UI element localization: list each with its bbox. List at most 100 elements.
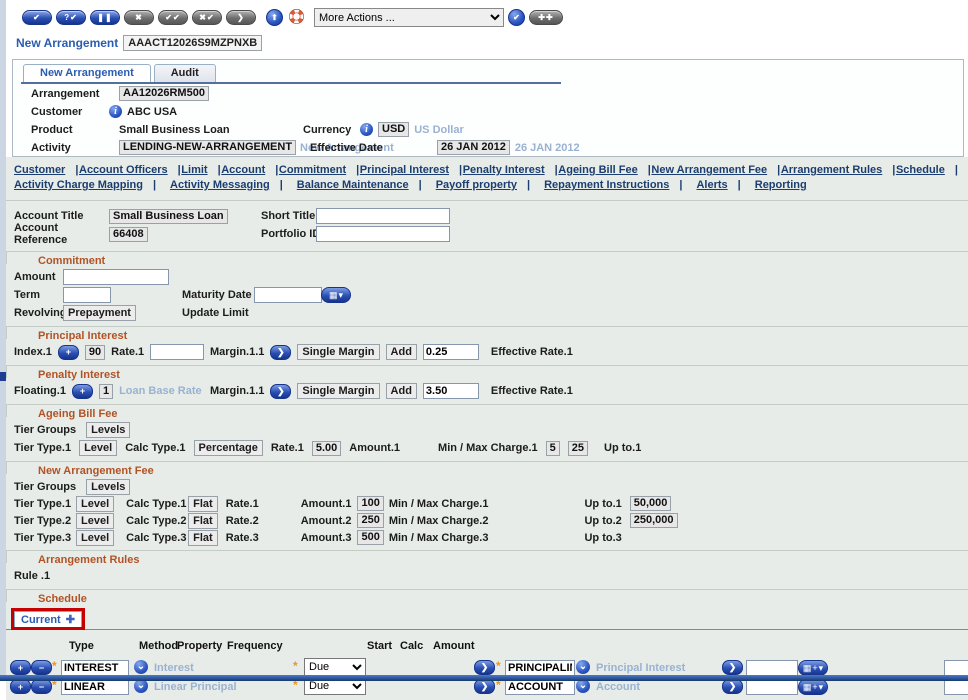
- index-expand-button[interactable]: +: [58, 345, 79, 360]
- frequency-select[interactable]: Due: [304, 658, 366, 676]
- prepayment-button[interactable]: Prepayment: [63, 305, 136, 321]
- nav-link[interactable]: Commitment: [279, 164, 346, 176]
- nav-link[interactable]: Customer: [14, 164, 65, 176]
- help-lifering-icon[interactable]: [289, 9, 304, 27]
- chevron-down-icon: ▾: [819, 663, 824, 674]
- customer-info-icon[interactable]: i: [109, 105, 122, 118]
- nav-separator: |: [892, 164, 895, 176]
- calc-button[interactable]: Flat: [188, 496, 218, 512]
- forward-button[interactable]: ❯: [226, 10, 256, 25]
- reject-button[interactable]: ✖✔: [192, 10, 222, 25]
- start-date-input[interactable]: [746, 679, 798, 695]
- margin-arrow-button[interactable]: ❯: [270, 345, 291, 360]
- expand-start-button[interactable]: ❯: [722, 660, 743, 675]
- confirm-action-icon[interactable]: ✔: [508, 9, 525, 26]
- calc-button[interactable]: Flat: [188, 530, 218, 546]
- update-limit-label: Update Limit: [182, 307, 249, 319]
- tier-groups-button[interactable]: Levels: [86, 422, 130, 438]
- penalty-margin-op-button[interactable]: Add: [386, 383, 417, 399]
- nav-link[interactable]: New Arrangement Fee: [651, 164, 767, 176]
- expand-property-button[interactable]: ❯: [474, 679, 495, 694]
- amount-input[interactable]: [944, 660, 968, 676]
- penalty-margin-arrow-button[interactable]: ❯: [270, 384, 291, 399]
- expand-start-button[interactable]: ❯: [722, 679, 743, 694]
- method-chevron-icon[interactable]: ⌄: [134, 660, 148, 674]
- margin-op-button[interactable]: Add: [386, 344, 417, 360]
- nav-separator: |: [648, 164, 651, 176]
- calc-type-label: Calc Type.1: [125, 442, 185, 454]
- schedule-row: + − * ⌄ Interest * Due ❯ * ⌄ Principal I…: [6, 658, 968, 676]
- currency-info-icon[interactable]: i: [360, 123, 373, 136]
- tab-new-arrangement[interactable]: New Arrangement: [23, 64, 151, 82]
- nav-link[interactable]: Arrangement Rules: [781, 164, 882, 176]
- amount-input[interactable]: [63, 269, 169, 285]
- authorize-button[interactable]: ✔✔: [158, 10, 188, 25]
- commit-button[interactable]: ✔: [22, 10, 52, 25]
- nav-link[interactable]: Account: [221, 164, 265, 176]
- schedule-tab-current[interactable]: Current ✚: [14, 611, 82, 627]
- floating-expand-button[interactable]: +: [72, 384, 93, 399]
- schedule-tabbar: Current ✚: [6, 608, 968, 630]
- amount-input[interactable]: [944, 679, 968, 695]
- expand-all-button[interactable]: ✚✚: [529, 10, 563, 25]
- margin-type-button[interactable]: Single Margin: [297, 344, 379, 360]
- type-input[interactable]: [61, 679, 129, 695]
- nav-link[interactable]: Principal Interest: [360, 164, 449, 176]
- calc-button[interactable]: Flat: [188, 513, 218, 529]
- nav-link[interactable]: Schedule: [896, 164, 945, 176]
- maturity-date-input[interactable]: [254, 287, 322, 303]
- expand-property-button[interactable]: ❯: [474, 660, 495, 675]
- arrangement-label: Arrangement: [31, 88, 109, 100]
- tier-button[interactable]: Level: [76, 496, 114, 512]
- add-schedule-icon[interactable]: ✚: [66, 613, 75, 626]
- validate-button[interactable]: ?✔: [56, 10, 86, 25]
- naf-tier-groups-button[interactable]: Levels: [86, 479, 130, 495]
- property2-chevron-icon[interactable]: ⌄: [576, 679, 590, 693]
- nav-link[interactable]: Alerts: [696, 179, 727, 191]
- add-row-button[interactable]: +: [10, 660, 31, 675]
- nav-link[interactable]: Limit: [181, 164, 207, 176]
- penalty-margin-value-input[interactable]: [423, 383, 479, 399]
- nav-link[interactable]: Balance Maintenance: [297, 179, 409, 191]
- tier-button[interactable]: Level: [76, 530, 114, 546]
- more-actions-select[interactable]: More Actions ...: [314, 8, 504, 27]
- nav-link[interactable]: Ageing Bill Fee: [558, 164, 637, 176]
- tier-button[interactable]: Level: [76, 513, 114, 529]
- maturity-calendar-button[interactable]: ▦▾: [321, 287, 351, 303]
- tab-audit[interactable]: Audit: [154, 64, 216, 82]
- property-enrichment: Linear Principal: [154, 681, 237, 693]
- nav-link[interactable]: Activity Charge Mapping: [14, 179, 143, 191]
- hold-button[interactable]: ❚❚: [90, 10, 120, 25]
- property2-input[interactable]: [505, 679, 575, 695]
- nav-link[interactable]: Account Officers: [79, 164, 168, 176]
- calc-type-button[interactable]: Percentage: [194, 440, 263, 456]
- margin-value-input[interactable]: [423, 344, 479, 360]
- delete-button[interactable]: ✖: [124, 10, 154, 25]
- short-title-input[interactable]: [316, 208, 450, 224]
- type-input[interactable]: [61, 660, 129, 676]
- penalty-margin-type-button[interactable]: Single Margin: [297, 383, 379, 399]
- property2-chevron-icon[interactable]: ⌄: [576, 660, 590, 674]
- remove-row-button[interactable]: −: [31, 679, 52, 694]
- nav-link[interactable]: Repayment Instructions: [544, 179, 669, 191]
- upload-icon[interactable]: ⬆: [266, 9, 283, 26]
- rate-input[interactable]: [150, 344, 204, 360]
- start-calendar-button[interactable]: ▦+▾: [798, 660, 828, 676]
- method-chevron-icon[interactable]: ⌄: [134, 679, 148, 693]
- property2-input[interactable]: [505, 660, 575, 676]
- nav-link[interactable]: Penalty Interest: [463, 164, 545, 176]
- start-date-input[interactable]: [746, 660, 798, 676]
- nav-link[interactable]: Activity Messaging: [170, 179, 270, 191]
- tier-type-button[interactable]: Level: [79, 440, 117, 456]
- start-calendar-button[interactable]: ▦+▾: [798, 679, 828, 695]
- property2-enrichment: Principal Interest: [596, 662, 685, 674]
- nav-link[interactable]: Reporting: [755, 179, 807, 191]
- nav-link[interactable]: Payoff property: [436, 179, 517, 191]
- term-input[interactable]: [63, 287, 111, 303]
- currency-group: Currency i USD US Dollar: [303, 121, 464, 138]
- add-row-button[interactable]: +: [10, 679, 31, 694]
- portfolio-id-input[interactable]: [316, 226, 450, 242]
- remove-row-button[interactable]: −: [31, 660, 52, 675]
- upto-label: Up to.3: [584, 532, 621, 544]
- toolbar: ✔ ?✔ ❚❚ ✖ ✔✔ ✖✔ ❯ ⬆ More Actions ... ✔ ✚…: [6, 0, 968, 31]
